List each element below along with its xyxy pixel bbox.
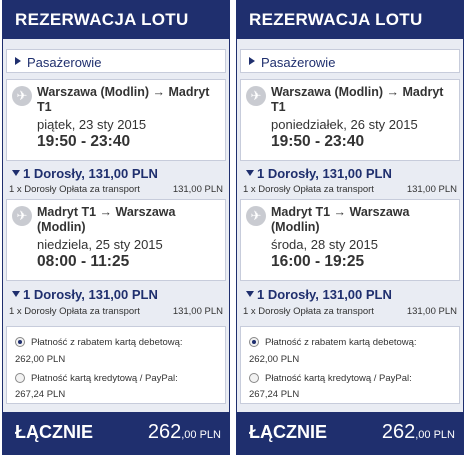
flight-route: Madryt T1 → Warszawa (Modlin): [37, 205, 176, 234]
price-detail-label: 1 x Dorosły Opłata za transport: [9, 184, 140, 195]
triangle-down-icon: [246, 170, 254, 176]
price-summary: 1 Dorosły, 131,00 PLN: [257, 166, 392, 181]
price-detail-label: 1 x Dorosły Opłata za transport: [9, 306, 140, 317]
flight-date: piątek, 23 sty 2015: [37, 117, 147, 132]
flight-time: 19:50 - 23:40: [271, 133, 365, 150]
payment-label-credit: Płatność kartą kredytową / PayPal:: [31, 373, 178, 384]
airplane-icon: ✈: [246, 86, 266, 106]
price-detail: 1 x Dorosły Opłata za transport 131,00 P…: [243, 306, 457, 317]
booking-panel-left: REZERWACJA LOTU Pasażerowie ✈ Warszawa (…: [2, 0, 230, 455]
passengers-toggle[interactable]: Pasażerowie: [6, 49, 226, 73]
flight-route: Warszawa (Modlin) → Madryt T1: [37, 85, 210, 114]
flight-card-outbound: ✈ Warszawa (Modlin) → Madryt T1 poniedzi…: [240, 79, 460, 161]
price-detail-amount: 131,00 PLN: [406, 184, 457, 195]
triangle-down-icon: [12, 291, 20, 297]
price-detail: 1 x Dorosły Opłata za transport 131,00 P…: [9, 184, 223, 195]
total-bar: ŁĄCZNIE 262,00 PLN: [237, 412, 463, 454]
panel-header: REZERWACJA LOTU: [3, 1, 229, 39]
payment-options: Płatność z rabatem kartą debetową: 262,0…: [240, 326, 460, 404]
flight-time: 08:00 - 11:25: [37, 253, 130, 270]
flight-card-return: ✈ Madryt T1 → Warszawa (Modlin) niedziel…: [6, 199, 226, 281]
price-toggle-outbound[interactable]: 1 Dorosły, 131,00 PLN: [240, 165, 460, 182]
price-summary: 1 Dorosły, 131,00 PLN: [23, 166, 158, 181]
price-summary: 1 Dorosły, 131,00 PLN: [23, 287, 158, 302]
price-detail-label: 1 x Dorosły Opłata za transport: [243, 306, 374, 317]
payment-radio-debit[interactable]: [249, 337, 259, 347]
flight-route: Warszawa (Modlin) → Madryt T1: [271, 85, 444, 114]
payment-radio-credit[interactable]: [249, 373, 259, 383]
total-bar: ŁĄCZNIE 262,00 PLN: [3, 412, 229, 454]
triangle-right-icon: [15, 57, 21, 65]
booking-panel-right: REZERWACJA LOTU Pasażerowie ✈ Warszawa (…: [236, 0, 464, 455]
airplane-icon: ✈: [12, 86, 32, 106]
price-toggle-outbound[interactable]: 1 Dorosły, 131,00 PLN: [6, 165, 226, 182]
total-value: 262,00 PLN: [382, 421, 455, 444]
payment-label-debit: Płatność z rabatem kartą debetową:: [265, 337, 417, 348]
triangle-down-icon: [12, 170, 20, 176]
price-detail-amount: 131,00 PLN: [172, 306, 223, 317]
airplane-icon: ✈: [246, 206, 266, 226]
price-summary: 1 Dorosły, 131,00 PLN: [257, 287, 392, 302]
payment-radio-debit[interactable]: [15, 337, 25, 347]
total-decimals: ,00 PLN: [181, 429, 221, 441]
flight-card-outbound: ✈ Warszawa (Modlin) → Madryt T1 piątek, …: [6, 79, 226, 161]
price-detail: 1 x Dorosły Opłata za transport 131,00 P…: [243, 184, 457, 195]
total-label: ŁĄCZNIE: [15, 422, 93, 442]
total-main: 262: [381, 421, 416, 443]
flight-date: środa, 28 sty 2015: [271, 237, 378, 252]
flight-date: poniedziałek, 26 sty 2015: [271, 117, 418, 132]
passengers-label: Pasażerowie: [261, 55, 336, 70]
passengers-toggle[interactable]: Pasażerowie: [240, 49, 460, 73]
airplane-icon: ✈: [12, 206, 32, 226]
total-label: ŁĄCZNIE: [249, 422, 327, 442]
payment-amount-credit: 267,24 PLN: [249, 389, 300, 400]
price-detail-amount: 131,00 PLN: [406, 306, 457, 317]
panel-header: REZERWACJA LOTU: [237, 1, 463, 39]
payment-amount-debit: 262,00 PLN: [15, 354, 66, 365]
price-toggle-return[interactable]: 1 Dorosły, 131,00 PLN: [6, 286, 226, 303]
price-detail: 1 x Dorosły Opłata za transport 131,00 P…: [9, 306, 223, 317]
payment-label-debit: Płatność z rabatem kartą debetową:: [31, 337, 183, 348]
price-toggle-return[interactable]: 1 Dorosły, 131,00 PLN: [240, 286, 460, 303]
passengers-label: Pasażerowie: [27, 55, 102, 70]
flight-time: 19:50 - 23:40: [37, 133, 131, 150]
price-detail-amount: 131,00 PLN: [172, 184, 223, 195]
total-main: 262: [147, 421, 182, 443]
payment-amount-debit: 262,00 PLN: [249, 354, 300, 365]
triangle-right-icon: [249, 57, 255, 65]
flight-time: 16:00 - 19:25: [271, 253, 365, 270]
payment-radio-credit[interactable]: [15, 373, 25, 383]
total-value: 262,00 PLN: [148, 421, 221, 444]
flight-card-return: ✈ Madryt T1 → Warszawa (Modlin) środa, 2…: [240, 199, 460, 281]
price-detail-label: 1 x Dorosły Opłata za transport: [243, 184, 374, 195]
payment-options: Płatność z rabatem kartą debetową: 262,0…: [6, 326, 226, 404]
total-decimals: ,00 PLN: [415, 429, 455, 441]
flight-date: niedziela, 25 sty 2015: [37, 237, 163, 252]
payment-amount-credit: 267,24 PLN: [15, 389, 66, 400]
triangle-down-icon: [246, 291, 254, 297]
payment-label-credit: Płatność kartą kredytową / PayPal:: [265, 373, 412, 384]
flight-route: Madryt T1 → Warszawa (Modlin): [271, 205, 410, 234]
